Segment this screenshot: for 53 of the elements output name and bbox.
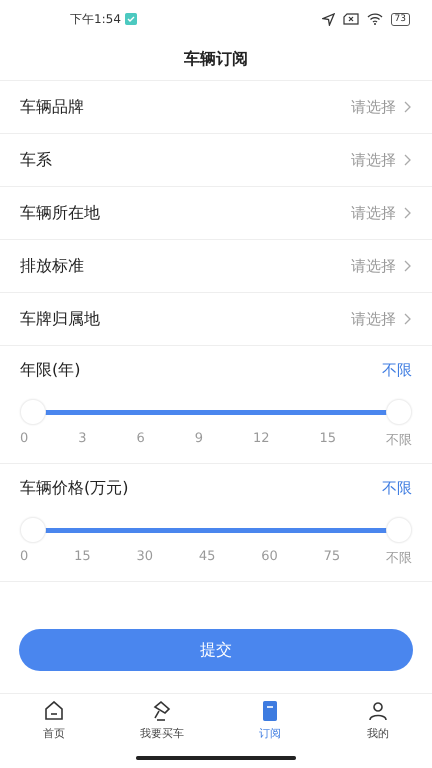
slider-thumb[interactable] (20, 399, 46, 425)
chevron-right-icon (404, 313, 412, 325)
field-label: 排放标准 (20, 256, 85, 276)
tick-label: 15 (319, 431, 336, 448)
chevron-right-icon (404, 101, 412, 113)
battery-level: 73 (390, 12, 410, 26)
nav-tab[interactable]: 订阅 (216, 698, 324, 748)
select-placeholder[interactable]: 请选择 (351, 256, 396, 276)
tick-label: 3 (78, 431, 87, 448)
user-icon (366, 699, 390, 723)
location-arrow-icon (322, 12, 335, 26)
range-label: 车辆价格(万元) (20, 478, 130, 499)
chevron-right-icon (404, 260, 412, 272)
field-label: 车辆品牌 (20, 96, 85, 118)
page-title: 车辆订阅 (183, 48, 249, 70)
field-label: 车辆所在地 (20, 202, 101, 224)
tick-label: 6 (136, 431, 145, 448)
range-label: 年限(年) (20, 360, 82, 381)
chevron-right-icon (404, 207, 412, 219)
select-placeholder[interactable]: 请选择 (351, 150, 396, 170)
tick-label: 15 (74, 549, 91, 566)
submit-button[interactable]: 提交 (19, 629, 413, 671)
home-icon (42, 699, 66, 723)
slider-thumb[interactable] (386, 399, 412, 425)
no-sim-icon (342, 13, 359, 25)
tick-label: 75 (324, 549, 340, 566)
select-placeholder[interactable]: 请选择 (351, 204, 396, 222)
tick-label: 不限 (386, 432, 412, 449)
range-reading: 不限 (382, 361, 412, 380)
tick-label: 60 (261, 549, 278, 566)
range-slider[interactable] (20, 517, 412, 543)
tick-label: 0 (20, 431, 28, 448)
tick-label: 30 (136, 549, 154, 566)
tick-label: 12 (252, 431, 270, 448)
range-slider[interactable] (20, 399, 412, 425)
nav-tab[interactable]: 我要买车 (108, 698, 216, 748)
wifi-icon (366, 13, 383, 25)
nav-tab[interactable]: 首页 (0, 698, 108, 748)
tick-label: 不限 (386, 550, 412, 567)
field-label: 车系 (20, 150, 53, 170)
field-label: 车牌归属地 (20, 308, 101, 330)
select-placeholder[interactable]: 请选择 (351, 310, 396, 328)
slider-thumb[interactable] (386, 517, 412, 543)
select-placeholder[interactable]: 请选择 (351, 98, 396, 116)
tick-label: 45 (198, 549, 216, 566)
status-time: 下午1:54 (70, 10, 121, 28)
nav-tab[interactable]: 我的 (324, 698, 432, 748)
range-reading: 不限 (382, 479, 412, 498)
tick-label: 0 (20, 549, 28, 566)
chevron-right-icon (404, 154, 412, 166)
tick-label: 9 (194, 431, 203, 448)
slider-thumb[interactable] (20, 517, 46, 543)
check-icon (124, 13, 137, 25)
